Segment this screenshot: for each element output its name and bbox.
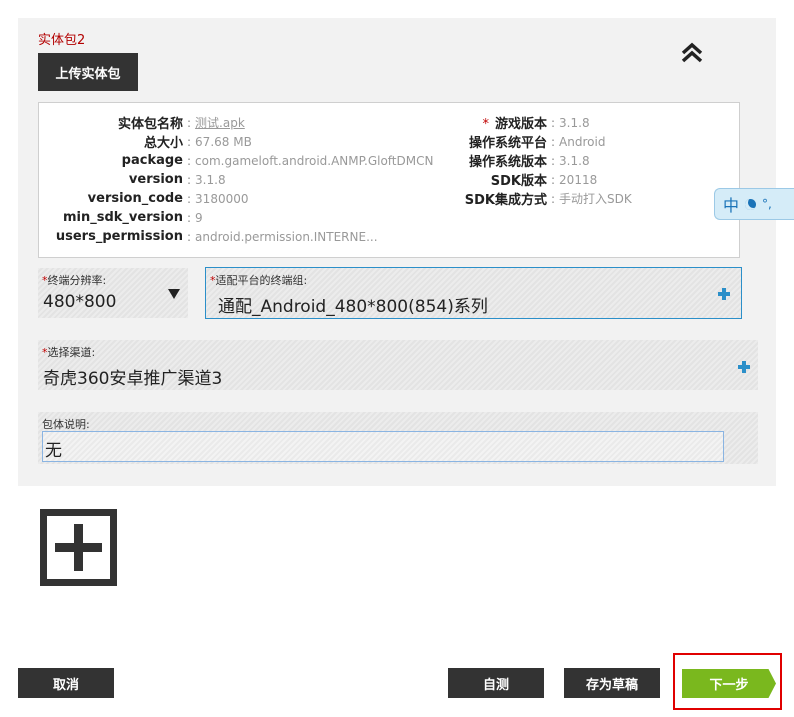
info-row-os-platform: 操作系统平台 : Android	[409, 132, 606, 152]
info-separator: :	[187, 153, 192, 168]
info-separator: :	[187, 115, 192, 130]
next-step-button[interactable]: 下一步	[682, 669, 776, 698]
info-label: 总大小	[143, 136, 183, 151]
resolution-select[interactable]: *终端分辨率: 480*800	[38, 268, 188, 318]
info-separator: :	[551, 191, 556, 206]
terminal-group-value: 通配_Android_480*800(854)系列	[218, 297, 488, 317]
info-value: 3.1.8	[559, 115, 590, 130]
resolution-value: 480*800	[43, 292, 117, 312]
ime-moon-icon[interactable]	[745, 198, 757, 210]
info-row-version: version : 3.1.8	[47, 170, 226, 189]
info-label: SDK版本	[490, 174, 547, 189]
info-separator: :	[187, 172, 192, 187]
info-value: 20118	[559, 172, 598, 187]
info-label: 实体包名称	[117, 117, 183, 132]
info-value: 9	[195, 210, 203, 225]
info-label-required: * 游戏版本	[409, 113, 547, 132]
info-row-size: 总大小 : 67.68 MB	[47, 132, 252, 152]
info-value: Android	[559, 134, 606, 149]
required-mark: *	[482, 117, 489, 132]
info-row-sdk-integration: SDK集成方式 : 手动打入SDK	[409, 189, 632, 209]
dropdown-arrow-icon[interactable]	[168, 289, 180, 299]
info-label: SDK集成方式	[464, 193, 547, 208]
add-terminal-group-plus-icon[interactable]	[718, 288, 730, 300]
info-row-game-version: * 游戏版本 : 3.1.8	[409, 113, 590, 133]
ime-toolbar[interactable]: 中 °,	[714, 188, 794, 220]
info-separator: :	[551, 153, 556, 168]
description-label: 包体说明:	[42, 418, 90, 431]
info-row-version-code: version_code : 3180000	[47, 189, 249, 208]
info-row-package: package : com.gameloft.android.ANMP.Glof…	[47, 151, 433, 170]
channel-label: *选择渠道:	[42, 346, 96, 359]
ime-chinese-mode-icon[interactable]: 中	[723, 192, 739, 216]
info-label: 操作系统平台	[468, 136, 547, 151]
ime-punctuation-icon[interactable]: °,	[762, 197, 772, 211]
info-separator: :	[551, 172, 556, 187]
info-label: 操作系统版本	[468, 155, 547, 170]
next-button-highlight: 下一步	[673, 653, 782, 710]
save-draft-button[interactable]: 存为草稿	[564, 668, 660, 698]
upload-package-button[interactable]: 上传实体包	[38, 53, 138, 91]
info-value: 67.68 MB	[195, 134, 252, 149]
package-panel: 实体包2 上传实体包 实体包名称 : 测试.apk 总大小 : 67.68 MB…	[18, 18, 776, 486]
info-label: min_sdk_version	[62, 210, 183, 225]
info-value: 手动打入SDK	[559, 192, 632, 206]
info-value: android.permission.INTERNE...	[195, 229, 378, 244]
info-separator: :	[551, 134, 556, 149]
plus-bar-horizontal	[55, 543, 102, 552]
terminal-group-label: *适配平台的终端组:	[210, 274, 308, 287]
info-value: 3.1.8	[559, 153, 590, 168]
info-value: 3.1.8	[195, 172, 226, 187]
info-label: version_code	[87, 191, 183, 206]
package-info-box: 实体包名称 : 测试.apk 总大小 : 67.68 MB package : …	[38, 102, 740, 258]
package-file-link[interactable]: 测试.apk	[195, 114, 245, 131]
description-input[interactable]: 无	[42, 431, 724, 462]
cancel-button[interactable]: 取消	[18, 668, 114, 698]
info-separator: :	[187, 134, 192, 149]
terminal-group-field[interactable]: *适配平台的终端组: 通配_Android_480*800(854)系列	[205, 267, 742, 319]
info-label: users_permission	[55, 229, 183, 244]
info-row-min-sdk: min_sdk_version : 9	[47, 208, 203, 227]
add-package-plus-icon[interactable]	[40, 509, 117, 586]
resolution-label: *终端分辨率:	[42, 274, 107, 287]
info-label: package	[121, 153, 183, 168]
info-separator: :	[551, 115, 556, 130]
info-separator: :	[187, 191, 192, 206]
info-value: com.gameloft.android.ANMP.GloftDMCN	[195, 153, 434, 168]
info-separator: :	[187, 210, 192, 225]
collapse-chevron-up-icon[interactable]	[680, 42, 704, 64]
add-channel-plus-icon[interactable]	[738, 361, 750, 373]
info-label: 游戏版本	[494, 117, 547, 132]
info-row-os-version: 操作系统版本 : 3.1.8	[409, 151, 590, 171]
info-row-package-name: 实体包名称 : 测试.apk	[47, 113, 245, 133]
info-label: version	[128, 172, 183, 187]
info-row-permission: users_permission : android.permission.IN…	[47, 227, 378, 246]
info-value: 3180000	[195, 191, 249, 206]
info-separator: :	[187, 229, 192, 244]
info-row-sdk-version: SDK版本 : 20118	[409, 170, 598, 190]
package-section-title: 实体包2	[38, 33, 86, 48]
self-test-button[interactable]: 自测	[448, 668, 544, 698]
channel-field[interactable]: *选择渠道: 奇虎360安卓推广渠道3	[38, 340, 758, 390]
channel-value: 奇虎360安卓推广渠道3	[43, 369, 223, 389]
